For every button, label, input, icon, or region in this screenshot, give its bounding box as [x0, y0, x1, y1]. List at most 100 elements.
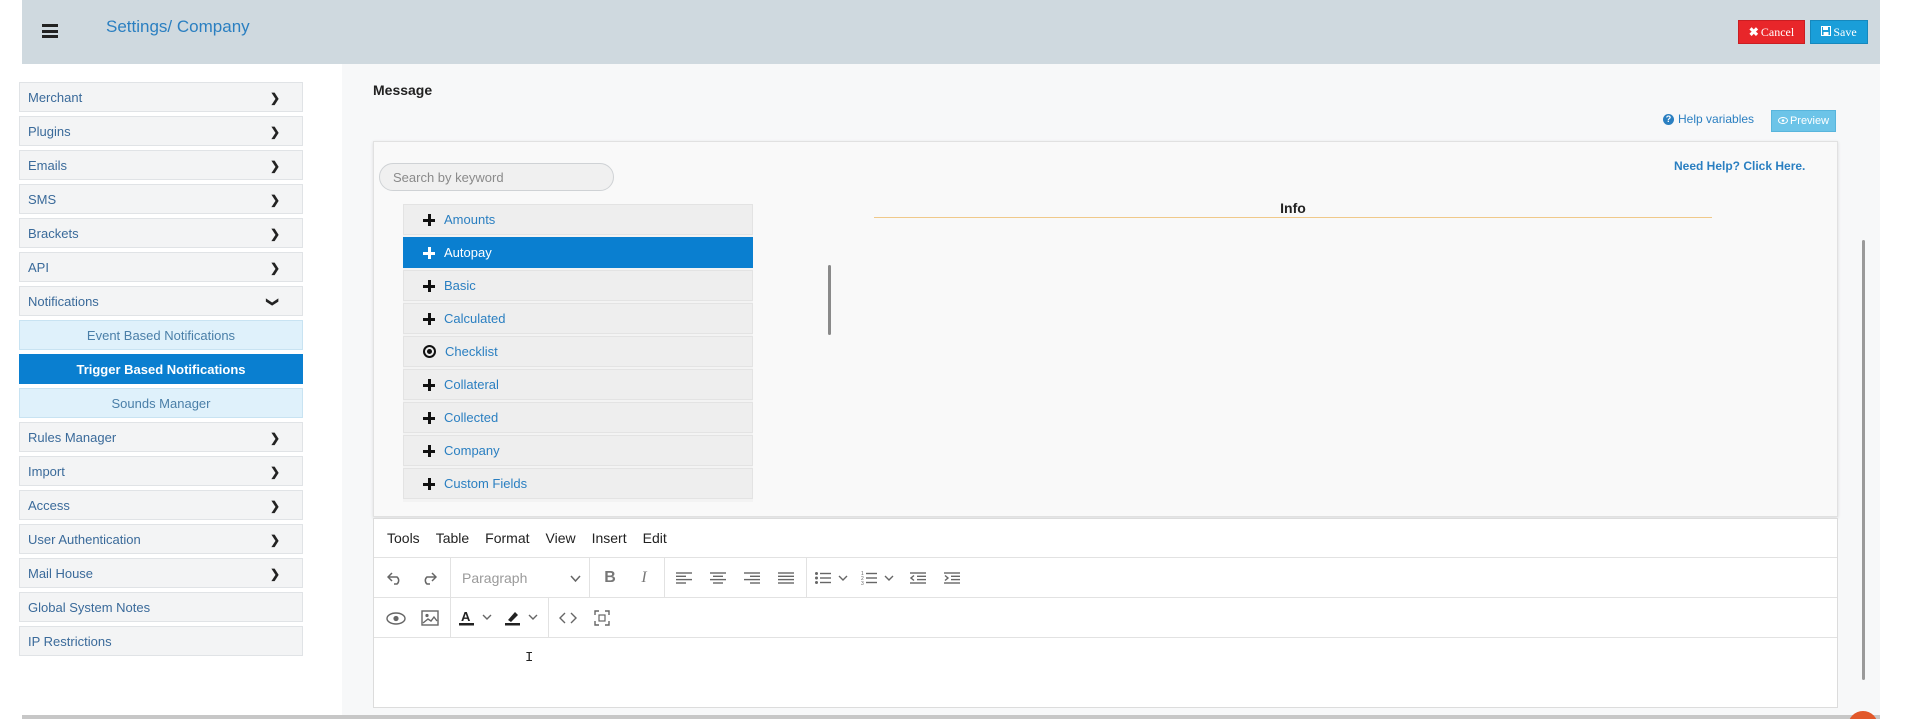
plus-icon	[423, 477, 435, 490]
outdent-icon[interactable]	[904, 558, 932, 598]
variable-group-amounts[interactable]: Amounts	[403, 204, 753, 235]
sidebar-item-sms[interactable]: SMS ❯	[19, 184, 303, 214]
sidebar-item-api[interactable]: API ❯	[19, 252, 303, 282]
variable-group-collateral[interactable]: Collateral	[403, 369, 753, 400]
sidebar-item-emails[interactable]: Emails ❯	[19, 150, 303, 180]
variable-group-collected[interactable]: Collected	[403, 402, 753, 433]
insert-image-icon[interactable]	[416, 598, 444, 638]
cancel-button[interactable]: ✖ Cancel	[1738, 20, 1805, 44]
variable-group-label: Autopay	[444, 245, 492, 260]
variable-group-label: Basic	[444, 278, 476, 293]
sidebar-item-rules-manager[interactable]: Rules Manager ❯	[19, 422, 303, 452]
menu-edit[interactable]: Edit	[643, 530, 667, 546]
top-bar: Settings/ Company ✖ Cancel Save	[22, 0, 1880, 64]
svg-text:3: 3	[861, 581, 864, 585]
sidebar-item-label: SMS	[28, 191, 57, 207]
sidebar-item-plugins[interactable]: Plugins ❯	[19, 116, 303, 146]
text-color-icon[interactable]: A	[456, 598, 496, 638]
italic-icon[interactable]: I	[630, 558, 658, 598]
breadcrumb-settings[interactable]: Settings/	[106, 17, 172, 36]
sidebar-item-import[interactable]: Import ❯	[19, 456, 303, 486]
sidebar-item-brackets[interactable]: Brackets ❯	[19, 218, 303, 248]
toolbar-separator	[664, 558, 665, 598]
sidebar-item-user-authentication[interactable]: User Authentication ❯	[19, 524, 303, 554]
menu-insert[interactable]: Insert	[592, 530, 627, 546]
close-icon: ✖	[1748, 24, 1759, 39]
preview-eye-icon[interactable]	[382, 598, 410, 638]
need-help-link[interactable]: Need Help? Click Here.	[1674, 159, 1805, 173]
editor-content-area[interactable]: I	[374, 639, 1837, 707]
sidebar-item-access[interactable]: Access ❯	[19, 490, 303, 520]
hamburger-menu-icon[interactable]	[42, 24, 58, 38]
sidebar-subitem-label: Trigger Based Notifications	[76, 361, 246, 377]
chevron-right-icon: ❯	[269, 533, 280, 547]
help-variables-link[interactable]: ? Help variables	[1663, 112, 1754, 126]
menu-tools[interactable]: Tools	[387, 530, 420, 546]
sidebar-item-global-system-notes[interactable]: Global System Notes	[19, 592, 303, 622]
bold-icon[interactable]: B	[596, 558, 624, 598]
save-button[interactable]: Save	[1810, 20, 1868, 44]
sidebar-item-label: Merchant	[28, 89, 83, 105]
sidebar-item-label: Notifications	[28, 293, 99, 309]
main-scrollbar[interactable]	[1862, 240, 1865, 680]
sidebar-item-label: IP Restrictions	[28, 633, 112, 649]
source-code-icon[interactable]	[554, 598, 582, 638]
variable-search-input[interactable]	[379, 163, 614, 191]
right-margin	[1880, 0, 1905, 719]
block-format-dropdown[interactable]: Paragraph	[462, 558, 584, 598]
menu-format[interactable]: Format	[485, 530, 529, 546]
sidebar-subitem-sounds-manager[interactable]: Sounds Manager	[19, 388, 303, 418]
sidebar-subitem-label: Event Based Notifications	[86, 327, 236, 343]
variable-group-label: Collected	[444, 410, 499, 425]
sidebar-subitem-event-based-notifications[interactable]: Event Based Notifications	[19, 320, 303, 350]
align-left-icon[interactable]	[670, 558, 698, 598]
preview-button[interactable]: Preview	[1771, 110, 1836, 132]
variable-group-label: Company	[444, 443, 500, 458]
variable-group-calculated[interactable]: Calculated	[403, 303, 753, 334]
cancel-button-label: Cancel	[1760, 24, 1795, 39]
indent-icon[interactable]	[938, 558, 966, 598]
variable-group-basic[interactable]: Basic	[403, 270, 753, 301]
variable-list-scrollbar[interactable]	[828, 265, 831, 335]
menu-table[interactable]: Table	[436, 530, 469, 546]
variable-group-autopay[interactable]: Autopay	[403, 237, 753, 268]
variable-group-label: Checklist	[445, 344, 498, 359]
sidebar-item-label: Access	[28, 497, 70, 513]
app-root: Settings/ Company ✖ Cancel Save Merchant ❯…	[0, 0, 1905, 719]
align-justify-icon[interactable]	[772, 558, 800, 598]
sidebar-subitem-trigger-based-notifications[interactable]: Trigger Based Notifications	[19, 354, 303, 384]
help-variables-label: Help variables	[1678, 112, 1755, 126]
align-right-icon[interactable]	[738, 558, 766, 598]
undo-icon[interactable]	[382, 558, 408, 598]
sidebar-subitem-label: Sounds Manager	[111, 395, 211, 411]
chevron-right-icon: ❯	[269, 465, 280, 479]
sidebar-item-ip-restrictions[interactable]: IP Restrictions	[19, 626, 303, 656]
bullet-list-icon[interactable]	[812, 558, 852, 598]
plus-icon	[423, 312, 435, 325]
variable-group-checklist[interactable]: Checklist	[403, 336, 753, 367]
variable-group-company[interactable]: Company	[403, 435, 753, 466]
plus-icon	[423, 444, 435, 457]
editor-toolbar-row-2: A	[374, 598, 1837, 638]
sidebar-item-merchant[interactable]: Merchant ❯	[19, 82, 303, 112]
variable-group-list: Amounts Autopay Basic Calculated Checkli…	[403, 204, 753, 502]
chevron-right-icon: ❯	[269, 261, 280, 275]
menu-view[interactable]: View	[546, 530, 576, 546]
sidebar-item-label: Emails	[28, 157, 68, 173]
toolbar-separator	[806, 558, 807, 598]
chevron-right-icon: ❯	[269, 567, 280, 581]
sidebar-item-label: Brackets	[28, 225, 79, 241]
variable-group-custom-fields[interactable]: Custom Fields	[403, 468, 753, 499]
text-cursor-icon: I	[525, 650, 534, 666]
sidebar-item-mail-house[interactable]: Mail House ❯	[19, 558, 303, 588]
highlight-color-icon[interactable]	[502, 598, 542, 638]
redo-icon[interactable]	[416, 558, 442, 598]
message-section-title: Message	[373, 82, 433, 98]
chevron-right-icon: ❯	[269, 159, 280, 173]
sidebar-item-notifications[interactable]: Notifications ❯	[19, 286, 303, 316]
numbered-list-icon[interactable]: 123	[858, 558, 898, 598]
sidebar-item-label: API	[28, 259, 49, 275]
chevron-right-icon: ❯	[269, 193, 280, 207]
fullscreen-icon[interactable]	[588, 598, 616, 638]
align-center-icon[interactable]	[704, 558, 732, 598]
